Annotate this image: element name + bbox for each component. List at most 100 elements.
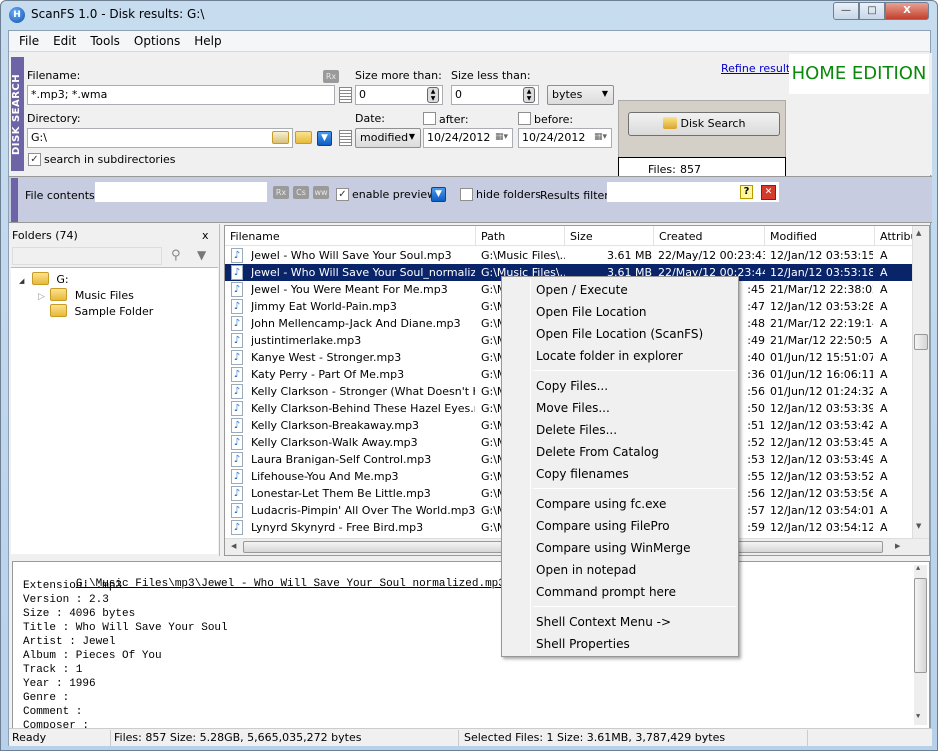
cell-filename: Kanye West - Stronger.mp3 xyxy=(251,351,402,364)
scroll-down-icon[interactable]: ▼ xyxy=(916,522,921,530)
contents-tab[interactable] xyxy=(11,178,18,222)
directory-input[interactable]: G:\ xyxy=(27,128,293,148)
maximize-button[interactable]: □ xyxy=(859,2,885,20)
column-attributes[interactable]: Attribu xyxy=(875,226,915,246)
disk-search-tab[interactable]: DISK SEARCH xyxy=(11,57,24,171)
subdirectories-checkbox[interactable]: ✓ xyxy=(28,153,41,166)
client-area: File Edit Tools Options Help DISK SEARCH… xyxy=(8,30,932,746)
context-menu-item[interactable]: Delete Files... xyxy=(536,419,734,441)
table-row[interactable]: ♪ Jewel - Who Will Save Your Soul.mp3 G:\M… xyxy=(225,247,913,264)
filename-input[interactable]: *.mp3; *.wma xyxy=(27,85,335,105)
scroll-thumb[interactable] xyxy=(914,578,927,673)
scroll-up-icon[interactable]: ▲ xyxy=(916,565,920,573)
context-menu-item[interactable]: Open / Execute xyxy=(536,279,734,301)
contents-case-button[interactable]: Cs xyxy=(293,186,309,199)
context-menu-item[interactable]: Copy Files... xyxy=(536,375,734,397)
collapse-icon[interactable]: ◢ xyxy=(19,277,24,285)
scroll-left-icon[interactable]: ◀ xyxy=(231,542,236,550)
column-size[interactable]: Size xyxy=(565,226,654,246)
before-date-value: 10/24/2012 xyxy=(522,131,586,144)
title-bar: H ScanFS 1.0 - Disk results: G:\ — □ X xyxy=(1,1,937,29)
cell-path: G:\Music Files\... xyxy=(481,249,565,262)
context-menu-item[interactable]: Shell Properties xyxy=(536,633,734,655)
expand-icon[interactable]: ▷ xyxy=(38,292,45,302)
open-folder-icon[interactable] xyxy=(295,131,312,144)
cell-attributes: A xyxy=(880,470,888,483)
context-menu-item[interactable]: Shell Context Menu -> xyxy=(536,611,734,633)
scroll-up-icon[interactable]: ▲ xyxy=(916,229,921,237)
preview-options-dropdown-icon[interactable]: ▼ xyxy=(431,187,446,202)
menu-options[interactable]: Options xyxy=(127,31,187,51)
cell-attributes: A xyxy=(880,385,888,398)
before-checkbox[interactable] xyxy=(518,112,531,125)
contents-regex-button[interactable]: Rx xyxy=(273,186,289,199)
cell-attributes: A xyxy=(880,266,888,279)
cell-attributes: A xyxy=(880,436,888,449)
filter-icon[interactable]: ▼ xyxy=(197,248,206,262)
context-menu-item[interactable]: Open in notepad xyxy=(536,559,734,581)
status-state: Ready xyxy=(12,731,47,744)
filename-regex-button[interactable]: Rx xyxy=(323,70,339,83)
disk-search-button[interactable]: Disk Search xyxy=(628,112,780,136)
context-menu-item[interactable]: Move Files... xyxy=(536,397,734,419)
directory-list-icon[interactable] xyxy=(339,130,352,146)
context-menu-item[interactable]: Command prompt here xyxy=(536,581,734,603)
column-created[interactable]: Created xyxy=(654,226,765,246)
refine-results-link[interactable]: Refine results xyxy=(721,62,796,75)
help-icon[interactable]: ? xyxy=(740,185,753,199)
minimize-button[interactable]: — xyxy=(833,2,859,20)
size-more-spinner[interactable]: ▲ ▼ xyxy=(427,87,439,103)
cell-attributes: A xyxy=(880,368,888,381)
context-menu-item[interactable]: Open File Location xyxy=(536,301,734,323)
date-mode-select[interactable]: modified ▼ xyxy=(355,128,421,148)
chevron-down-icon: ▼ xyxy=(601,89,608,98)
menu-edit[interactable]: Edit xyxy=(46,31,83,51)
close-button[interactable]: X xyxy=(885,2,929,20)
context-menu-item[interactable]: Copy filenames xyxy=(536,463,734,485)
clear-filter-icon[interactable]: ✕ xyxy=(761,185,776,200)
scroll-thumb[interactable] xyxy=(914,334,928,350)
scroll-right-icon[interactable]: ▶ xyxy=(895,542,900,550)
context-menu-item[interactable]: Compare using FilePro xyxy=(536,515,734,537)
hide-folders-checkbox[interactable] xyxy=(460,188,473,201)
context-menu-item[interactable]: Compare using fc.exe xyxy=(536,493,734,515)
size-less-spinner[interactable]: ▲ ▼ xyxy=(523,87,535,103)
search-icon[interactable]: ⚲ xyxy=(171,248,181,263)
browse-folder-icon[interactable] xyxy=(272,131,289,144)
after-date-picker[interactable]: 10/24/2012 ▦▾ xyxy=(423,128,513,148)
menu-separator xyxy=(533,370,736,371)
context-menu-item[interactable]: Locate folder in explorer xyxy=(536,345,734,367)
size-unit-select[interactable]: bytes ▼ xyxy=(547,85,614,105)
column-filename[interactable]: Filename xyxy=(225,226,476,246)
file-contents-input[interactable] xyxy=(95,182,267,202)
preview-line: Version : 2.3 xyxy=(23,594,109,606)
before-date-picker[interactable]: 10/24/2012 ▦▾ xyxy=(518,128,612,148)
results-vertical-scrollbar[interactable]: ▲ ▼ xyxy=(912,226,929,538)
folders-close-button[interactable]: x xyxy=(202,229,209,242)
column-modified[interactable]: Modified xyxy=(765,226,875,246)
cell-filename: Lonestar-Let Them Be Little.mp3 xyxy=(251,487,431,500)
scroll-down-icon[interactable]: ▼ xyxy=(916,713,920,721)
context-menu-item[interactable]: Open File Location (ScanFS) xyxy=(536,323,734,345)
context-menu-item[interactable]: Compare using WinMerge xyxy=(536,537,734,559)
column-path[interactable]: Path xyxy=(476,226,565,246)
enable-preview-checkbox[interactable]: ✓ xyxy=(336,188,349,201)
results-filter-input[interactable] xyxy=(607,182,779,202)
cell-modified: 12/Jan/12 03:53:49 xyxy=(770,453,873,466)
after-checkbox[interactable] xyxy=(423,112,436,125)
tree-node-sample-folder[interactable]: Sample Folder xyxy=(48,302,153,318)
contents-whole-word-button[interactable]: ww xyxy=(313,186,329,199)
context-menu-item[interactable]: Delete From Catalog xyxy=(536,441,734,463)
menu-file[interactable]: File xyxy=(12,31,46,51)
cell-filename: Jewel - Who Will Save Your Soul_normaliz… xyxy=(251,266,475,279)
preview-path[interactable]: G:\Music Files\mp3\Jewel - Who Will Save… xyxy=(76,578,505,590)
folder-search-input[interactable] xyxy=(12,247,162,265)
tree-node-music-files[interactable]: ▷ Music Files xyxy=(38,286,134,302)
size-less-label: Size less than: xyxy=(451,69,531,82)
directory-dropdown-icon[interactable]: ▼ xyxy=(317,131,332,146)
menu-tools[interactable]: Tools xyxy=(83,31,127,51)
preview-vertical-scrollbar[interactable]: ▲ ▼ xyxy=(914,565,927,725)
filename-list-icon[interactable] xyxy=(339,87,352,103)
menu-help[interactable]: Help xyxy=(187,31,228,51)
tree-node-root[interactable]: ◢ G: xyxy=(19,270,69,286)
